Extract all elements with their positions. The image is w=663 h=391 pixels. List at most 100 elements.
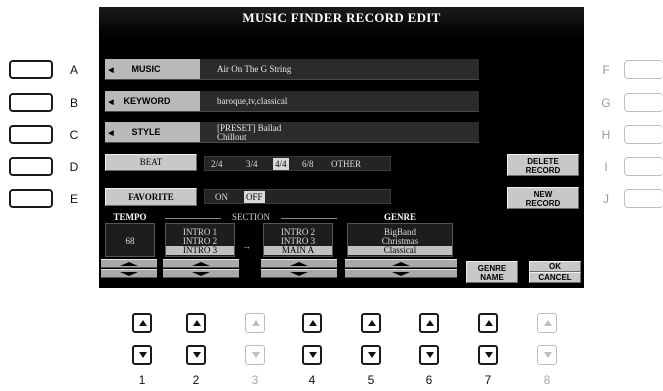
genre-name-button[interactable]: GENRE NAME bbox=[466, 261, 518, 283]
button-4-up[interactable] bbox=[302, 313, 322, 333]
button-a[interactable] bbox=[9, 60, 53, 79]
button-1-up[interactable] bbox=[132, 313, 152, 333]
section-from-stepper[interactable] bbox=[163, 259, 239, 278]
tempo-value: 68 bbox=[125, 236, 135, 246]
button-i[interactable] bbox=[624, 157, 663, 176]
button-8-up[interactable] bbox=[537, 313, 557, 333]
triangle-up-icon bbox=[120, 262, 138, 266]
triangle-down-icon bbox=[139, 352, 147, 358]
button-f[interactable] bbox=[624, 60, 663, 79]
button-7-down[interactable] bbox=[478, 345, 498, 365]
delete-record-button[interactable]: DELETE RECORD bbox=[507, 154, 579, 176]
style-field[interactable]: ◀ STYLE [PRESET] Ballad Chillout bbox=[105, 122, 479, 143]
triangle-down-icon bbox=[426, 352, 434, 358]
section-to-item-selected[interactable]: MAIN A bbox=[264, 246, 332, 255]
button-j-label: J bbox=[603, 192, 609, 206]
triangle-down-icon bbox=[252, 352, 260, 358]
beat-button[interactable]: BEAT bbox=[105, 154, 197, 171]
triangle-up-icon bbox=[139, 320, 147, 326]
button-3-down[interactable] bbox=[245, 345, 265, 365]
triangle-down-icon bbox=[368, 352, 376, 358]
button-3-label: 3 bbox=[251, 373, 259, 387]
button-1-label: 1 bbox=[138, 373, 146, 387]
ok-button[interactable]: OK bbox=[529, 261, 581, 272]
button-8-down[interactable] bbox=[537, 345, 557, 365]
section-from-item-selected[interactable]: INTRO 3 bbox=[166, 246, 234, 255]
button-d[interactable] bbox=[9, 157, 53, 176]
favorite-options: ON OFF bbox=[204, 189, 391, 204]
section-from-up-button[interactable] bbox=[163, 259, 239, 268]
button-2-label: 2 bbox=[192, 373, 200, 387]
favorite-option-on[interactable]: ON bbox=[215, 191, 228, 203]
cancel-button[interactable]: CANCEL bbox=[529, 272, 581, 283]
button-4-down[interactable] bbox=[302, 345, 322, 365]
favorite-option-off[interactable]: OFF bbox=[244, 191, 265, 203]
genre-stepper[interactable] bbox=[345, 259, 457, 278]
button-c[interactable] bbox=[9, 125, 53, 144]
section-from-down-button[interactable] bbox=[163, 269, 239, 278]
button-2-down[interactable] bbox=[186, 345, 206, 365]
music-field[interactable]: ◀ MUSIC Air On The G String bbox=[105, 59, 479, 80]
button-b[interactable] bbox=[9, 93, 53, 112]
section-to-up-button[interactable] bbox=[261, 259, 337, 268]
section-rule-right bbox=[281, 218, 337, 219]
new-record-button[interactable]: NEW RECORD bbox=[507, 187, 579, 209]
section-from-list[interactable]: INTRO 1 INTRO 2 INTRO 3 bbox=[165, 223, 235, 257]
delete-record-line2: RECORD bbox=[525, 166, 561, 175]
triangle-up-icon bbox=[544, 320, 552, 326]
keyword-field[interactable]: ◀ KEYWORD baroque,tv,classical bbox=[105, 91, 479, 112]
keyword-tab[interactable]: ◀ KEYWORD bbox=[105, 91, 200, 111]
triangle-up-icon bbox=[368, 320, 376, 326]
button-j[interactable] bbox=[624, 189, 663, 208]
left-arrow-icon: ◀ bbox=[108, 130, 114, 137]
button-e-label: E bbox=[69, 192, 78, 206]
button-7-label: 7 bbox=[484, 373, 492, 387]
genre-down-button[interactable] bbox=[345, 269, 457, 278]
triangle-down-icon bbox=[290, 272, 308, 276]
genre-list[interactable]: BigBand Christmas Classical bbox=[347, 223, 453, 257]
button-6-down[interactable] bbox=[419, 345, 439, 365]
tempo-up-button[interactable] bbox=[101, 259, 157, 268]
tempo-stepper[interactable] bbox=[101, 259, 157, 278]
genre-item-selected[interactable]: Classical bbox=[348, 246, 452, 255]
button-a-label: A bbox=[69, 63, 78, 77]
section-arrow-icon: → bbox=[242, 241, 251, 251]
favorite-button[interactable]: FAVORITE bbox=[105, 188, 197, 206]
triangle-down-icon bbox=[392, 272, 410, 276]
tempo-down-button[interactable] bbox=[101, 269, 157, 278]
triangle-down-icon bbox=[192, 272, 210, 276]
section-to-down-button[interactable] bbox=[261, 269, 337, 278]
button-5-down[interactable] bbox=[361, 345, 381, 365]
triangle-up-icon bbox=[193, 320, 201, 326]
triangle-up-icon bbox=[309, 320, 317, 326]
beat-option-6-8[interactable]: 6/8 bbox=[302, 158, 314, 170]
button-1-down[interactable] bbox=[132, 345, 152, 365]
style-tab[interactable]: ◀ STYLE bbox=[105, 122, 200, 142]
section-to-stepper[interactable] bbox=[261, 259, 337, 278]
beat-option-3-4[interactable]: 3/4 bbox=[246, 158, 258, 170]
button-2-up[interactable] bbox=[186, 313, 206, 333]
beat-option-2-4[interactable]: 2/4 bbox=[211, 158, 223, 170]
genre-name-line2: NAME bbox=[480, 273, 504, 282]
beat-option-other[interactable]: OTHER bbox=[331, 158, 361, 170]
button-g-label: G bbox=[601, 96, 611, 110]
button-4-label: 4 bbox=[308, 373, 316, 387]
section-to-list[interactable]: INTRO 2 INTRO 3 MAIN A bbox=[263, 223, 333, 257]
music-tab[interactable]: ◀ MUSIC bbox=[105, 59, 200, 79]
button-3-up[interactable] bbox=[245, 313, 265, 333]
genre-up-button[interactable] bbox=[345, 259, 457, 268]
beat-option-4-4[interactable]: 4/4 bbox=[273, 158, 289, 170]
triangle-down-icon bbox=[120, 272, 138, 276]
button-6-label: 6 bbox=[425, 373, 433, 387]
button-e[interactable] bbox=[9, 189, 53, 208]
button-7-up[interactable] bbox=[478, 313, 498, 333]
button-h-label: H bbox=[601, 128, 611, 142]
button-g[interactable] bbox=[624, 93, 663, 112]
genre-header: GENRE bbox=[383, 212, 416, 222]
button-6-up[interactable] bbox=[419, 313, 439, 333]
music-value: Air On The G String bbox=[217, 64, 292, 74]
button-5-up[interactable] bbox=[361, 313, 381, 333]
button-h[interactable] bbox=[624, 125, 663, 144]
tempo-box: 68 bbox=[105, 223, 155, 257]
button-d-label: D bbox=[69, 160, 79, 174]
